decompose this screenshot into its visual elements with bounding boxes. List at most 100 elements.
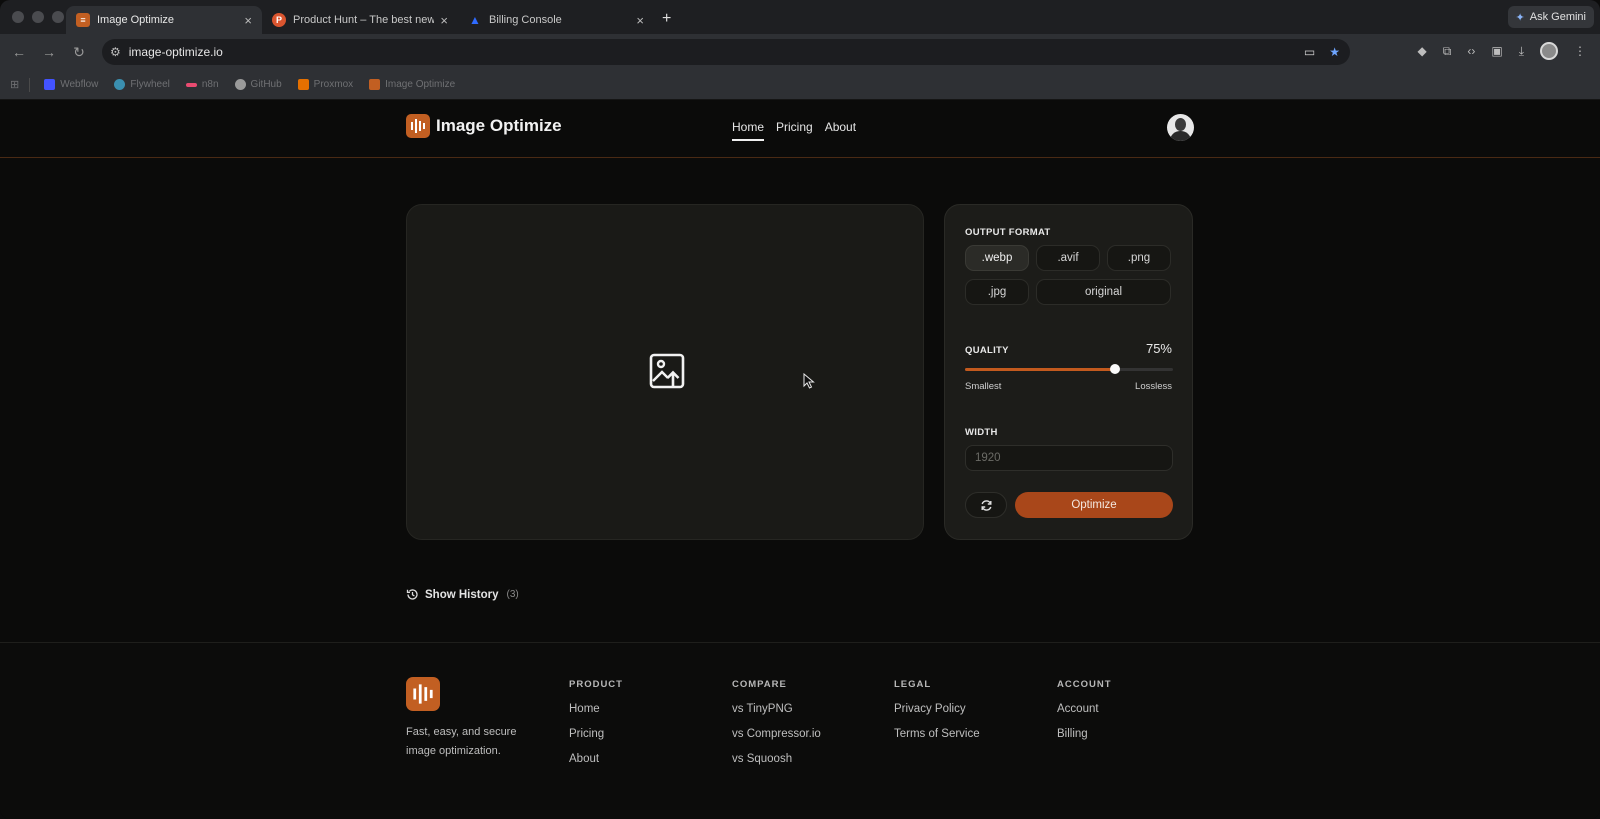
quality-min-label: Smallest	[965, 381, 1002, 392]
address-bar[interactable]: ⚙ image-optimize.io ▭ ★	[102, 39, 1350, 65]
webflow-icon	[44, 79, 56, 90]
image-optimize-favicon-icon: ≡	[76, 13, 90, 27]
extension-icons: ◆ ⧉ ‹› ▣ ⤓ ⋮	[1418, 42, 1586, 60]
site-header: Image Optimize Home Pricing About	[0, 100, 1600, 158]
profile-avatar-icon[interactable]	[1540, 42, 1558, 60]
footer-link-vs-compressor[interactable]: vs Compressor.io	[732, 728, 821, 740]
optimize-button[interactable]: Optimize	[1015, 492, 1173, 518]
footer-link-pricing[interactable]: Pricing	[569, 728, 623, 740]
footer-link-account[interactable]: Account	[1057, 703, 1112, 715]
nav-home[interactable]: Home	[732, 120, 765, 141]
brand-name: Image Optimize	[436, 116, 562, 135]
bookmark-flywheel[interactable]: Flywheel	[114, 79, 170, 90]
close-tab-icon[interactable]: ×	[244, 13, 252, 28]
mouse-cursor-icon	[803, 373, 815, 389]
github-icon	[234, 79, 246, 90]
show-history-label: Show History	[425, 588, 499, 601]
more-menu-icon[interactable]: ⋮	[1574, 44, 1586, 58]
quality-value: 75%	[1145, 341, 1172, 356]
tab-title: Billing Console	[489, 14, 562, 26]
quality-slider[interactable]	[965, 364, 1173, 374]
tab-image-optimize[interactable]: ≡ Image Optimize ×	[66, 6, 262, 34]
bookmark-n8n[interactable]: n8n	[185, 79, 219, 90]
site-settings-icon[interactable]: ⚙	[110, 45, 121, 59]
footer-link-billing[interactable]: Billing	[1057, 728, 1112, 740]
footer-link-vs-squoosh[interactable]: vs Squoosh	[732, 753, 821, 765]
extension-puzzle-icon[interactable]: ◆	[1418, 44, 1427, 58]
width-input[interactable]	[965, 445, 1173, 471]
format-jpg-button[interactable]: .jpg	[965, 279, 1029, 305]
maximize-window-button[interactable]	[52, 11, 64, 23]
footer-link-vs-tinypng[interactable]: vs TinyPNG	[732, 703, 821, 715]
refresh-icon	[981, 499, 991, 511]
footer-column-account: ACCOUNT Account Billing	[1057, 679, 1112, 753]
close-tab-icon[interactable]: ×	[440, 13, 448, 28]
quality-label: QUALITY	[965, 345, 1009, 356]
close-window-button[interactable]	[12, 11, 24, 23]
billing-console-favicon-icon: ▲	[469, 13, 481, 27]
image-upload-icon	[649, 353, 685, 389]
window-controls	[0, 11, 66, 23]
tab-title: Image Optimize	[97, 14, 175, 26]
reload-icon[interactable]: ↻	[64, 44, 94, 61]
footer-link-home[interactable]: Home	[569, 703, 623, 715]
product-hunt-favicon-icon: P	[272, 13, 286, 27]
footer-column-legal: LEGAL Privacy Policy Terms of Service	[894, 679, 980, 753]
new-tab-button[interactable]: +	[662, 10, 671, 28]
n8n-icon	[185, 82, 197, 87]
history-count: (3)	[506, 589, 519, 600]
bookmark-label: Proxmox	[313, 79, 354, 90]
back-arrow-icon[interactable]: ←	[4, 44, 34, 60]
footer-link-terms[interactable]: Terms of Service	[894, 728, 980, 740]
bookmark-webflow[interactable]: Webflow	[44, 79, 98, 90]
brand-logo[interactable]: Image Optimize	[406, 114, 562, 138]
bookmark-star-icon[interactable]: ★	[1329, 45, 1340, 59]
tab-product-hunt[interactable]: P Product Hunt – The best new ×	[262, 6, 458, 34]
bookmark-label: Webflow	[60, 79, 99, 90]
format-png-button[interactable]: .png	[1107, 245, 1171, 271]
devtools-code-icon[interactable]: ‹›	[1467, 44, 1475, 58]
tab-billing-console[interactable]: ▲ Billing Console ×	[458, 6, 654, 34]
bookmark-label: GitHub	[250, 79, 282, 90]
apps-grid-icon[interactable]: ⊞	[10, 78, 19, 91]
bookmark-proxmox[interactable]: Proxmox	[297, 79, 354, 90]
browser-toolbar: ← → ↻ ⚙ image-optimize.io ▭ ★ ◆ ⧉ ‹› ▣ ⤓…	[0, 34, 1600, 70]
nav-pricing[interactable]: Pricing	[776, 120, 813, 141]
bookmark-label: Image Optimize	[385, 79, 456, 90]
nav-about[interactable]: About	[825, 120, 856, 141]
format-avif-button[interactable]: .avif	[1036, 245, 1100, 271]
cast-icon[interactable]: ▭	[1304, 45, 1315, 59]
minimize-window-button[interactable]	[32, 11, 44, 23]
format-webp-button[interactable]: .webp	[965, 245, 1029, 271]
download-icon[interactable]: ⤓	[1519, 44, 1524, 59]
bookmark-github[interactable]: GitHub	[234, 79, 282, 90]
side-panel-icon[interactable]: ▣	[1491, 44, 1502, 58]
close-tab-icon[interactable]: ×	[636, 13, 644, 28]
footer-heading: LEGAL	[894, 679, 932, 690]
quality-slider-thumb[interactable]	[1109, 364, 1120, 374]
footer-heading: PRODUCT	[569, 679, 623, 690]
gemini-sparkle-icon: ✦	[1515, 11, 1525, 24]
output-format-label: OUTPUT FORMAT	[965, 227, 1051, 238]
url-text[interactable]: image-optimize.io	[129, 45, 223, 59]
proxmox-icon	[297, 79, 309, 90]
footer-link-privacy[interactable]: Privacy Policy	[894, 703, 980, 715]
footer-link-about[interactable]: About	[569, 753, 623, 765]
logo-bars-icon	[406, 114, 430, 138]
user-avatar[interactable]	[1167, 114, 1194, 141]
bookmark-image-optimize[interactable]: Image Optimize	[369, 79, 455, 90]
extensions-icon[interactable]: ⧉	[1443, 44, 1452, 59]
format-original-button[interactable]: original	[1036, 279, 1171, 305]
image-optimize-icon	[369, 79, 381, 90]
footer-logo-icon[interactable]	[406, 677, 440, 711]
avatar-body	[1170, 131, 1191, 141]
show-history-button[interactable]: Show History (3)	[406, 588, 519, 601]
bookmark-label: n8n	[201, 79, 219, 90]
footer-tagline: Fast, easy, and secure image optimizatio…	[406, 726, 517, 757]
forward-arrow-icon[interactable]: →	[34, 44, 64, 60]
site-footer: Fast, easy, and secure image optimizatio…	[0, 642, 1600, 819]
ask-gemini-button[interactable]: ✦ Ask Gemini	[1507, 6, 1594, 28]
reset-button[interactable]	[965, 492, 1007, 518]
quality-slider-fill	[965, 368, 1115, 371]
image-drop-zone[interactable]	[406, 204, 924, 540]
